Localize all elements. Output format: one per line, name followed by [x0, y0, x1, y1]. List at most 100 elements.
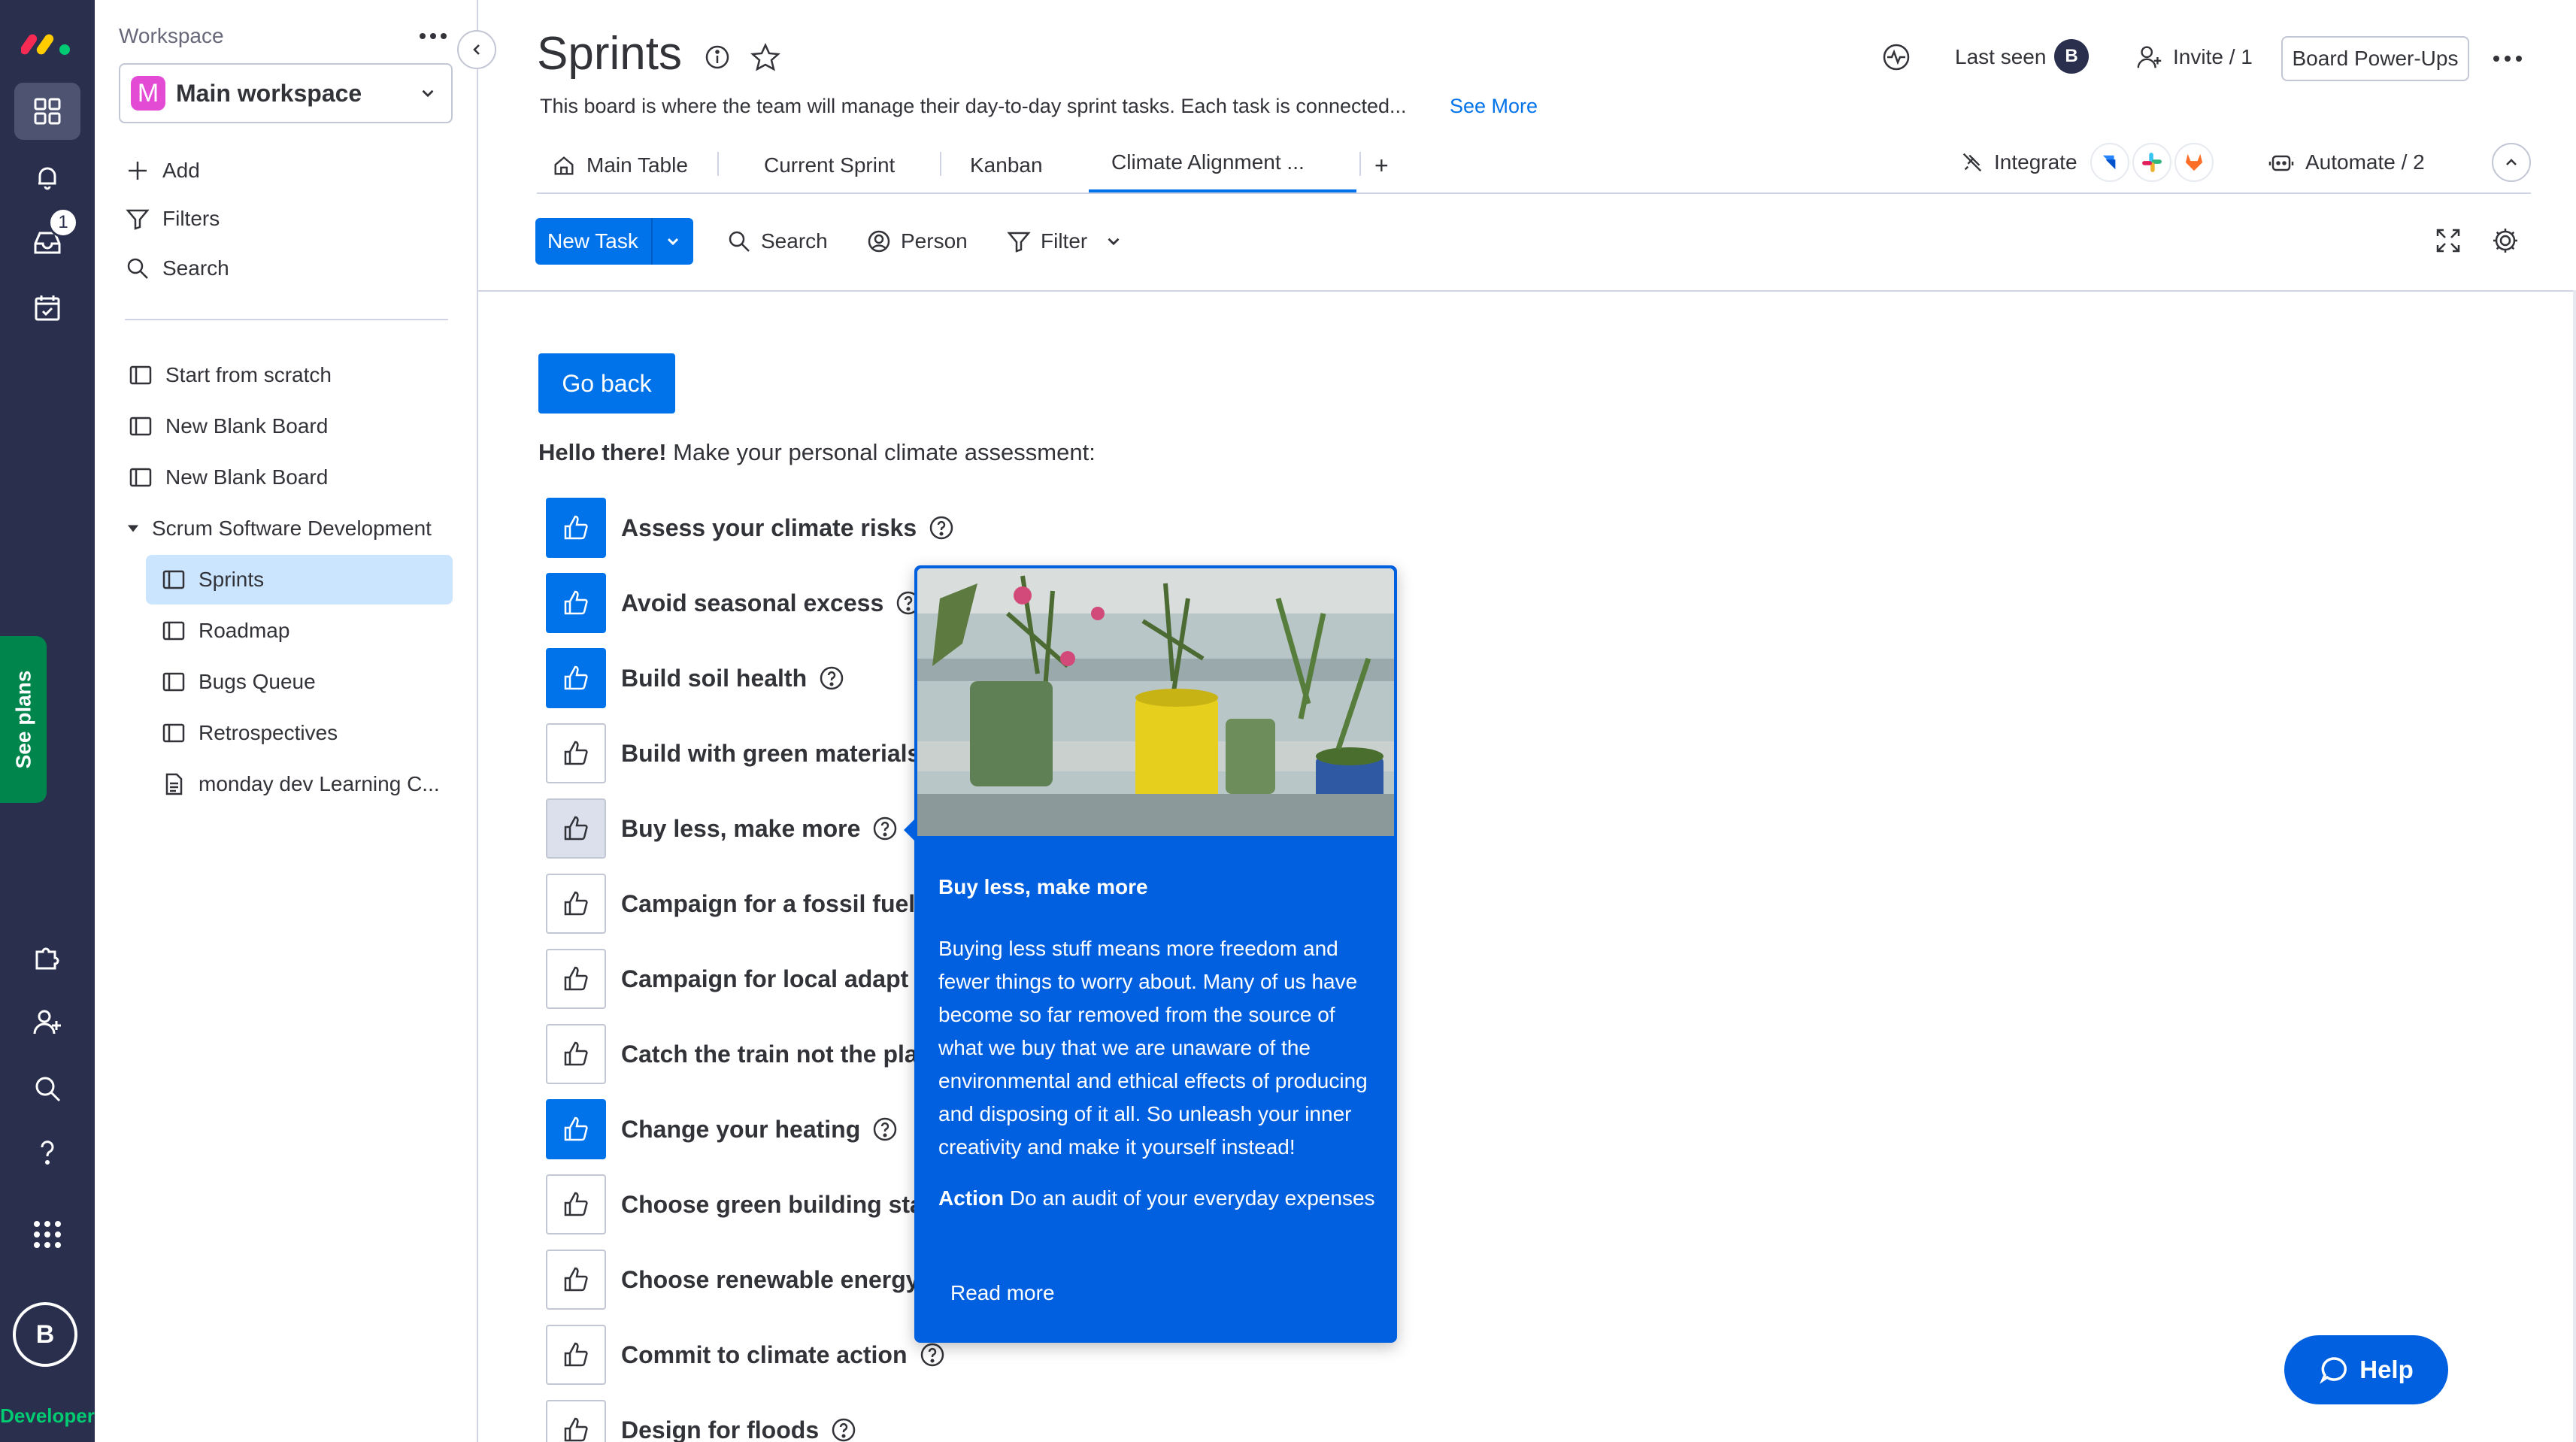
workspace-label: Workspace — [119, 24, 224, 47]
thumbs-up-icon — [564, 741, 588, 765]
tab-separator — [717, 152, 719, 176]
new-task-button[interactable]: New Task — [535, 218, 693, 265]
read-more-link[interactable]: Read more — [950, 1281, 1055, 1305]
like-button[interactable] — [546, 1024, 606, 1084]
thumbs-up-icon — [564, 1041, 588, 1066]
sidebar-item-retrospectives[interactable]: Retrospectives — [161, 708, 338, 758]
like-button[interactable] — [546, 1250, 606, 1310]
sidebar-divider — [125, 319, 448, 320]
integration-slack-icon — [2132, 143, 2171, 182]
toolbar-search[interactable]: Search — [726, 223, 828, 260]
settings-gear-icon[interactable] — [2490, 226, 2520, 256]
content-scrollbar[interactable] — [2573, 290, 2576, 1442]
developer-label: Developer — [0, 1404, 95, 1427]
like-button[interactable] — [546, 723, 606, 783]
see-more-link[interactable]: See More — [1450, 95, 1538, 118]
sidebar-item-roadmap[interactable]: Roadmap — [161, 606, 289, 656]
tab-kanban[interactable]: Kanban — [970, 146, 1043, 185]
like-button[interactable] — [546, 949, 606, 1009]
invite-button[interactable]: Invite / 1 — [2135, 42, 2253, 72]
info-icon[interactable] — [704, 44, 731, 71]
like-button[interactable] — [546, 798, 606, 859]
sidebar-add[interactable]: Add — [125, 146, 200, 195]
sidebar-board-new-blank-2[interactable]: New Blank Board — [128, 453, 328, 502]
like-button[interactable] — [546, 648, 606, 708]
sidebar-board-new-blank-1[interactable]: New Blank Board — [128, 401, 328, 451]
user-avatar[interactable]: B — [13, 1302, 77, 1367]
rail-apps-button[interactable] — [14, 928, 80, 985]
toolbar-filter[interactable]: Filter — [1006, 223, 1123, 260]
person-icon — [868, 230, 890, 253]
like-button[interactable] — [546, 573, 606, 633]
help-circle-icon[interactable] — [872, 816, 898, 841]
help-circle-icon[interactable] — [920, 1342, 945, 1368]
tab-climate-alignment[interactable]: Climate Alignment ... — [1089, 135, 1356, 192]
sidebar-item-learning-center[interactable]: monday dev Learning C... — [161, 759, 440, 809]
tab-current-sprint[interactable]: Current Sprint — [764, 146, 895, 185]
sidebar-item-bugs-queue[interactable]: Bugs Queue — [161, 657, 316, 707]
sidebar-filters[interactable]: Filters — [125, 194, 220, 244]
chevron-down-icon — [667, 238, 679, 246]
monday-logo[interactable] — [21, 23, 74, 57]
chevron-down-icon — [422, 89, 434, 98]
document-icon — [165, 773, 183, 795]
board-menu-icon[interactable] — [2492, 50, 2523, 68]
sidebar-collapse-button[interactable] — [457, 30, 496, 69]
thumbs-up-icon — [564, 590, 588, 615]
board-title[interactable]: Sprints — [537, 27, 682, 80]
rail-products-button[interactable] — [14, 1206, 80, 1263]
like-button[interactable] — [546, 1400, 606, 1442]
rail-notifications-button[interactable] — [14, 149, 80, 206]
help-circle-icon[interactable] — [929, 515, 954, 541]
sidebar-search[interactable]: Search — [125, 244, 229, 293]
like-button[interactable] — [546, 498, 606, 558]
see-plans-button[interactable]: See plans — [0, 636, 47, 803]
fullscreen-icon[interactable] — [2433, 226, 2463, 256]
new-task-dropdown[interactable] — [651, 218, 693, 265]
rail-help-button[interactable] — [14, 1125, 80, 1182]
help-button[interactable]: Help — [2284, 1335, 2448, 1404]
add-view-button[interactable]: + — [1374, 146, 1389, 185]
last-seen-label[interactable]: Last seen — [1955, 45, 2046, 69]
activity-icon[interactable] — [1881, 42, 1911, 72]
workspace-select[interactable]: M Main workspace — [119, 63, 453, 123]
like-button[interactable] — [546, 1099, 606, 1159]
tab-main-table[interactable]: Main Table — [552, 146, 688, 185]
rail-search-button[interactable] — [14, 1060, 80, 1117]
popup-image — [917, 568, 1394, 836]
rail-invite-button[interactable] — [14, 994, 80, 1051]
collapse-header-button[interactable] — [2492, 143, 2531, 182]
go-back-button[interactable]: Go back — [538, 353, 675, 414]
like-button[interactable] — [546, 1174, 606, 1234]
sidebar-board-start-from-scratch[interactable]: Start from scratch — [128, 350, 332, 400]
content-divider — [478, 290, 2576, 292]
dots-grid-icon — [34, 1221, 61, 1248]
help-circle-icon[interactable] — [819, 665, 844, 691]
action-item-campaign-local-adaptation: Campaign for local adapt — [546, 949, 908, 1009]
chat-bubble-icon — [2320, 1357, 2347, 1384]
like-button[interactable] — [546, 1325, 606, 1385]
rail-my-work-button[interactable] — [14, 280, 80, 337]
star-icon[interactable] — [750, 42, 780, 72]
thumbs-up-icon — [564, 665, 588, 690]
filter-icon — [1007, 232, 1031, 253]
like-button[interactable] — [546, 874, 606, 934]
rail-home-button[interactable] — [14, 83, 80, 140]
sidebar-folder-scrum[interactable]: Scrum Software Development — [125, 504, 432, 553]
integrate-button[interactable]: Integrate — [1959, 146, 2077, 179]
thumbs-up-icon — [564, 891, 588, 916]
last-seen-avatar[interactable]: B — [2054, 39, 2089, 74]
help-circle-icon[interactable] — [872, 1116, 898, 1142]
workspace-menu-icon[interactable] — [418, 27, 448, 45]
bell-icon — [38, 167, 56, 190]
thumbs-up-icon — [564, 1192, 588, 1216]
automate-button[interactable]: Automate / 2 — [2268, 146, 2425, 179]
help-circle-icon[interactable] — [831, 1417, 856, 1442]
board-power-ups-button[interactable]: Board Power-Ups — [2281, 36, 2469, 81]
puzzle-icon — [35, 947, 59, 970]
sidebar-item-sprints[interactable]: Sprints — [146, 555, 453, 604]
toolbar-person[interactable]: Person — [866, 223, 968, 260]
popup-body: Buying less stuff means more freedom and… — [938, 937, 1368, 1159]
plug-icon — [1962, 153, 1982, 172]
workspace-name: Main workspace — [176, 79, 362, 107]
